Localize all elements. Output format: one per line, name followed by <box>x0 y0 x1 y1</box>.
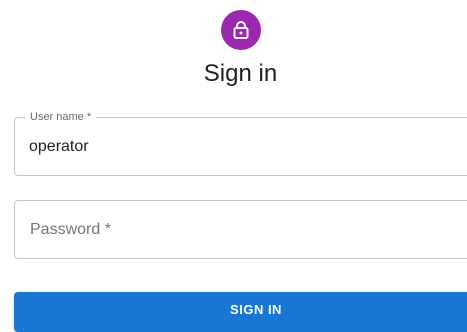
password-field[interactable]: Password * <box>14 200 467 259</box>
avatar <box>221 10 261 50</box>
username-field[interactable]: User name * <box>14 111 467 176</box>
sign-in-button[interactable]: SIGN IN <box>14 292 467 332</box>
sign-in-button-label: SIGN IN <box>230 302 282 317</box>
lock-icon <box>232 20 250 40</box>
username-input[interactable] <box>29 118 467 175</box>
password-input[interactable] <box>29 201 467 258</box>
page-title: Sign in <box>203 60 278 87</box>
